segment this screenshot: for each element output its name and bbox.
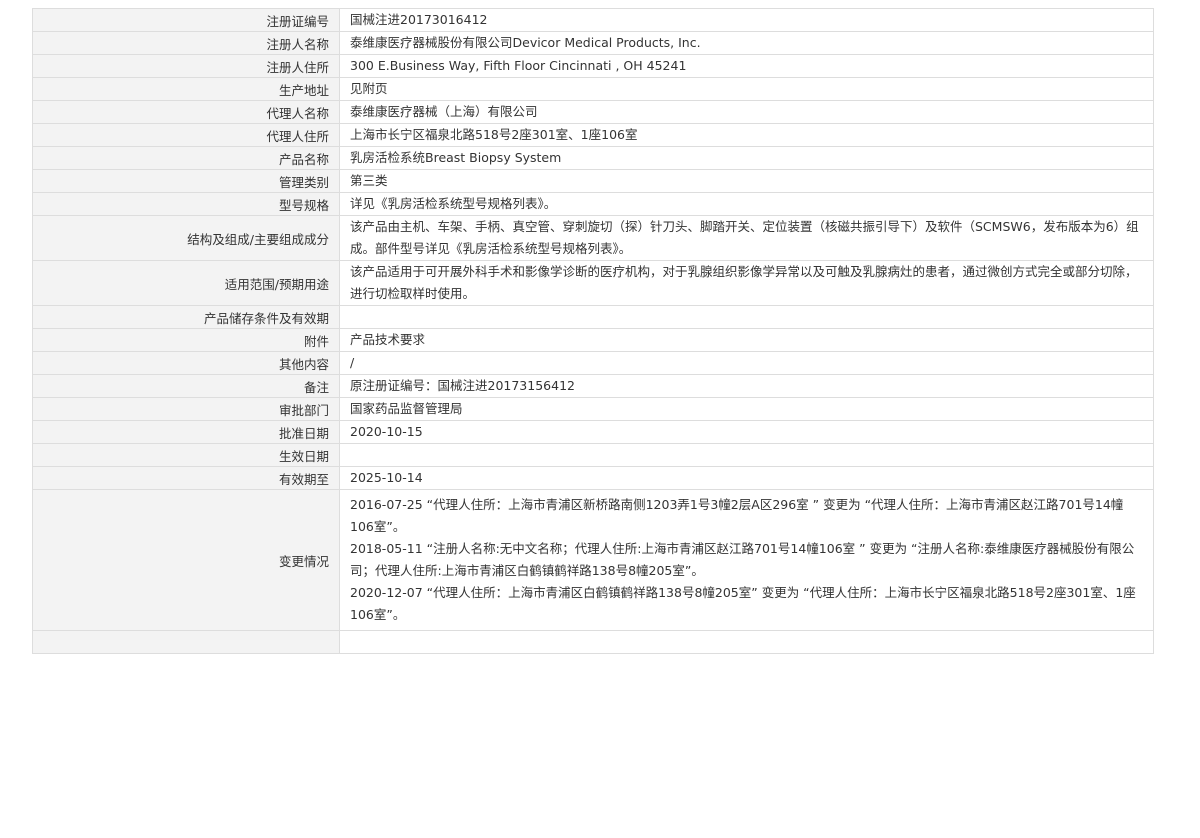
- field-label: 管理类别: [32, 169, 340, 193]
- field-label: 代理人住所: [32, 123, 340, 147]
- field-value: 详见《乳房活检系统型号规格列表》。: [339, 192, 1154, 216]
- change-entry: 2020-12-07 “代理人住所：上海市青浦区白鹤镇鹤祥路138号8幢205室…: [350, 585, 1136, 622]
- field-value: 300 E.Business Way, Fifth Floor Cincinna…: [339, 54, 1154, 78]
- row-intended-use: 适用范围/预期用途 该产品适用于可开展外科手术和影像学诊断的医疗机构，对于乳腺组…: [32, 260, 1154, 306]
- field-label: 生效日期: [32, 443, 340, 467]
- row-registrant-address: 注册人住所 300 E.Business Way, Fifth Floor Ci…: [32, 54, 1154, 78]
- field-value: 乳房活检系统Breast Biopsy System: [339, 146, 1154, 170]
- row-storage-validity: 产品储存条件及有效期: [32, 305, 1154, 329]
- field-label: 其他内容: [32, 351, 340, 375]
- row-production-address: 生产地址 见附页: [32, 77, 1154, 101]
- row-management-category: 管理类别 第三类: [32, 169, 1154, 193]
- row-agent-name: 代理人名称 泰维康医疗器械（上海）有限公司: [32, 100, 1154, 124]
- field-label: 批准日期: [32, 420, 340, 444]
- change-entry: 2018-05-11 “注册人名称:无中文名称；代理人住所:上海市青浦区赵江路7…: [350, 541, 1135, 578]
- field-label: 附件: [32, 328, 340, 352]
- row-trailing: [32, 630, 1154, 654]
- field-value: 国家药品监督管理局: [339, 397, 1154, 421]
- row-registration-number: 注册证编号 国械注进20173016412: [32, 8, 1154, 32]
- field-value: 泰维康医疗器械股份有限公司Devicor Medical Products, I…: [339, 31, 1154, 55]
- field-label: 注册人名称: [32, 31, 340, 55]
- field-value: [339, 305, 1154, 329]
- row-effective-date: 生效日期: [32, 443, 1154, 467]
- field-value: 泰维康医疗器械（上海）有限公司: [339, 100, 1154, 124]
- registration-info-panel: 注册证编号 国械注进20173016412 注册人名称 泰维康医疗器械股份有限公…: [32, 8, 1154, 838]
- field-value: 2025-10-14: [339, 466, 1154, 490]
- field-label-empty: [32, 630, 340, 654]
- field-label: 产品名称: [32, 146, 340, 170]
- row-valid-until: 有效期至 2025-10-14: [32, 466, 1154, 490]
- field-value: 原注册证编号：国械注进20173156412: [339, 374, 1154, 398]
- field-value: 第三类: [339, 169, 1154, 193]
- row-approval-department: 审批部门 国家药品监督管理局: [32, 397, 1154, 421]
- field-label: 适用范围/预期用途: [32, 260, 340, 306]
- field-label: 型号规格: [32, 192, 340, 216]
- row-agent-address: 代理人住所 上海市长宁区福泉北路518号2座301室、1座106室: [32, 123, 1154, 147]
- row-registrant-name: 注册人名称 泰维康医疗器械股份有限公司Devicor Medical Produ…: [32, 31, 1154, 55]
- field-value: 2020-10-15: [339, 420, 1154, 444]
- field-label: 变更情况: [32, 489, 340, 631]
- field-value: 上海市长宁区福泉北路518号2座301室、1座106室: [339, 123, 1154, 147]
- field-label: 有效期至: [32, 466, 340, 490]
- row-other-content: 其他内容 /: [32, 351, 1154, 375]
- field-label: 结构及组成/主要组成成分: [32, 215, 340, 261]
- row-change-history: 变更情况 2016-07-25 “代理人住所：上海市青浦区新桥路南侧1203弄1…: [32, 489, 1154, 631]
- row-structure-composition: 结构及组成/主要组成成分 该产品由主机、车架、手柄、真空管、穿刺旋切（探）针刀头…: [32, 215, 1154, 261]
- field-value: /: [339, 351, 1154, 375]
- field-label: 注册人住所: [32, 54, 340, 78]
- field-label: 注册证编号: [32, 8, 340, 32]
- field-label: 备注: [32, 374, 340, 398]
- field-label: 代理人名称: [32, 100, 340, 124]
- field-label: 产品储存条件及有效期: [32, 305, 340, 329]
- field-value-empty: [339, 630, 1154, 654]
- field-label: 审批部门: [32, 397, 340, 421]
- field-label: 生产地址: [32, 77, 340, 101]
- field-value: [339, 443, 1154, 467]
- field-value: 见附页: [339, 77, 1154, 101]
- row-attachment: 附件 产品技术要求: [32, 328, 1154, 352]
- row-remarks: 备注 原注册证编号：国械注进20173156412: [32, 374, 1154, 398]
- row-product-name: 产品名称 乳房活检系统Breast Biopsy System: [32, 146, 1154, 170]
- change-history-list: 2016-07-25 “代理人住所：上海市青浦区新桥路南侧1203弄1号3幢2层…: [339, 489, 1154, 631]
- field-value: 该产品适用于可开展外科手术和影像学诊断的医疗机构，对于乳腺组织影像学异常以及可触…: [339, 260, 1154, 306]
- field-value: 产品技术要求: [339, 328, 1154, 352]
- field-value: 该产品由主机、车架、手柄、真空管、穿刺旋切（探）针刀头、脚踏开关、定位装置（核磁…: [339, 215, 1154, 261]
- registration-table: 注册证编号 国械注进20173016412 注册人名称 泰维康医疗器械股份有限公…: [32, 8, 1154, 654]
- row-approval-date: 批准日期 2020-10-15: [32, 420, 1154, 444]
- field-value: 国械注进20173016412: [339, 8, 1154, 32]
- row-model-spec: 型号规格 详见《乳房活检系统型号规格列表》。: [32, 192, 1154, 216]
- change-entry: 2016-07-25 “代理人住所：上海市青浦区新桥路南侧1203弄1号3幢2层…: [350, 497, 1124, 534]
